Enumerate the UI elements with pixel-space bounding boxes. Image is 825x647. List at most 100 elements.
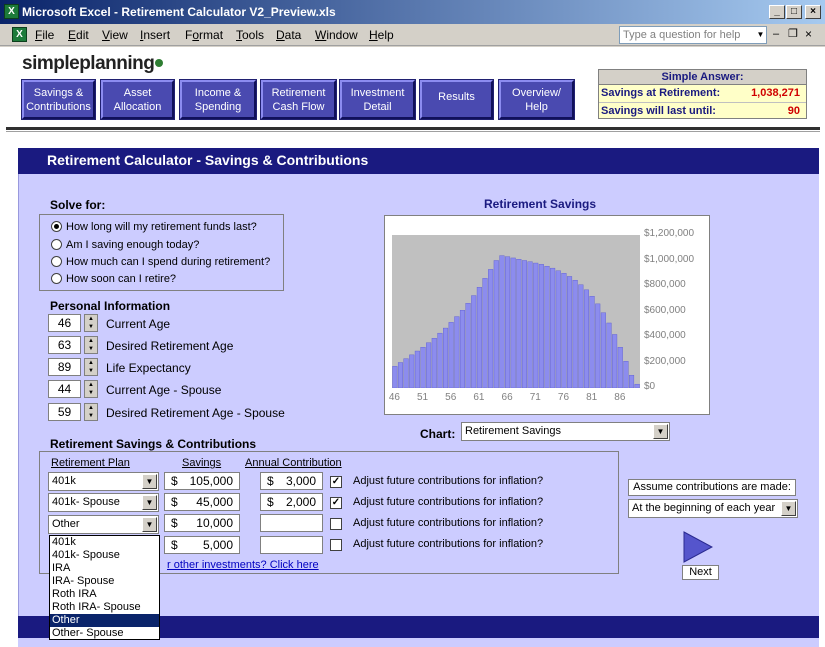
- savings-input-3[interactable]: $10,000: [164, 514, 240, 532]
- workbook-icon[interactable]: X: [12, 27, 27, 42]
- doc-restore-icon[interactable]: ❐: [788, 27, 798, 40]
- menu-view[interactable]: View: [102, 28, 128, 42]
- chart-bar: [634, 383, 640, 389]
- chevron-down-icon[interactable]: ▼: [653, 424, 668, 439]
- personal-info-title: Personal Information: [50, 299, 171, 313]
- menu-data[interactable]: Data: [276, 28, 301, 42]
- chart-bar: [426, 342, 432, 389]
- close-button[interactable]: ×: [805, 5, 821, 19]
- plan-option[interactable]: 401k- Spouse: [50, 549, 159, 562]
- chevron-down-icon[interactable]: ▼: [142, 495, 157, 510]
- ask-dropdown-icon[interactable]: ▼: [755, 27, 766, 43]
- chart-select-label: Chart:: [420, 427, 456, 441]
- y-tick-label: $800,000: [644, 279, 686, 290]
- savings-input-4[interactable]: $5,000: [164, 536, 240, 554]
- chevron-down-icon[interactable]: ▼: [142, 474, 157, 489]
- x-tick-label: 61: [473, 392, 485, 403]
- radio-icon[interactable]: [51, 273, 62, 284]
- chart-bar: [476, 287, 482, 389]
- plan-dropdown-list[interactable]: 401k 401k- Spouse IRA IRA- Spouse Roth I…: [49, 535, 160, 640]
- plan-option[interactable]: Roth IRA: [50, 588, 159, 601]
- plan-option-selected[interactable]: Other: [50, 614, 159, 627]
- chart-bar: [488, 269, 494, 389]
- spouse-retirement-age-spinner[interactable]: ▲ ▼: [84, 403, 98, 421]
- inflation-label-2: Adjust future contributions for inflatio…: [353, 496, 544, 508]
- other-investments-link[interactable]: r other investments? Click here: [167, 559, 319, 571]
- minimize-button[interactable]: _: [769, 5, 785, 19]
- retirement-age-label: Desired Retirement Age: [106, 339, 234, 353]
- nav-asset-allocation[interactable]: Asset Allocation: [101, 80, 174, 119]
- spouse-age-spinner[interactable]: ▲ ▼: [84, 380, 98, 398]
- chart-bar: [567, 276, 573, 389]
- nav-retirement-cash-flow[interactable]: Retirement Cash Flow: [261, 80, 336, 119]
- menu-file[interactable]: File: [35, 28, 54, 42]
- nav-savings-contributions[interactable]: Savings & Contributions: [22, 80, 95, 119]
- menu-format[interactable]: Format: [185, 28, 223, 42]
- menu-window[interactable]: Window: [315, 28, 358, 42]
- spouse-age-input[interactable]: 44: [48, 380, 81, 398]
- next-arrow-icon[interactable]: [683, 531, 713, 563]
- nav-results[interactable]: Results: [420, 80, 493, 119]
- menu-tools[interactable]: Tools: [236, 28, 264, 42]
- plan-option[interactable]: IRA: [50, 562, 159, 575]
- inflation-checkbox-1[interactable]: ✓: [330, 476, 342, 488]
- ask-question-input[interactable]: Type a question for help: [619, 26, 767, 44]
- plan-select-2[interactable]: 401k- Spouse ▼: [48, 493, 159, 512]
- life-expectancy-input[interactable]: 89: [48, 358, 81, 376]
- plan-option[interactable]: 401k: [50, 536, 159, 549]
- chart-select-dropdown[interactable]: Retirement Savings ▼: [461, 422, 670, 441]
- contrib-input-1[interactable]: $3,000: [260, 472, 323, 490]
- maximize-button[interactable]: □: [786, 5, 802, 19]
- radio-icon[interactable]: [51, 239, 62, 250]
- contrib-input-4[interactable]: [260, 536, 323, 554]
- retirement-age-spinner[interactable]: ▲ ▼: [84, 336, 98, 354]
- savings-input-2[interactable]: $45,000: [164, 493, 240, 511]
- savings-contrib-title: Retirement Savings & Contributions: [50, 437, 257, 451]
- savings-input-1[interactable]: $105,000: [164, 472, 240, 490]
- retirement-age-input[interactable]: 63: [48, 336, 81, 354]
- simple-answer-title: Simple Answer:: [599, 70, 806, 85]
- inflation-checkbox-2[interactable]: ✓: [330, 497, 342, 509]
- spouse-retirement-age-input[interactable]: 59: [48, 403, 81, 421]
- radio-how-much-spend[interactable]: How much can I spend during retirement?: [51, 256, 270, 268]
- radio-selected-icon[interactable]: [51, 221, 62, 232]
- life-expectancy-spinner[interactable]: ▲ ▼: [84, 358, 98, 376]
- assume-contributions-dropdown[interactable]: At the beginning of each year ▼: [628, 499, 798, 518]
- radio-icon[interactable]: [51, 256, 62, 267]
- nav-overview-help[interactable]: Overview/Help: [499, 80, 574, 119]
- chevron-down-icon[interactable]: ▼: [781, 501, 796, 516]
- logo-dot-icon: [155, 59, 164, 67]
- plan-option[interactable]: Other- Spouse: [50, 627, 159, 640]
- y-tick-label: $0: [644, 381, 656, 392]
- nav-income-spending[interactable]: Income & Spending: [180, 80, 256, 119]
- menu-edit[interactable]: Edit: [68, 28, 89, 42]
- radio-how-long[interactable]: How long will my retirement funds last?: [51, 221, 257, 233]
- menu-help[interactable]: Help: [369, 28, 394, 42]
- plan-option[interactable]: IRA- Spouse: [50, 575, 159, 588]
- contrib-input-3[interactable]: [260, 514, 323, 532]
- chart-bar: [516, 259, 522, 389]
- doc-minimize-icon[interactable]: –: [773, 28, 779, 40]
- current-age-spinner[interactable]: ▲ ▼: [84, 314, 98, 332]
- doc-close-icon[interactable]: ×: [805, 27, 812, 41]
- x-tick-label: 56: [445, 392, 457, 403]
- plan-select-3[interactable]: Other ▼: [48, 515, 159, 534]
- chevron-down-icon[interactable]: ▼: [142, 517, 157, 532]
- chart-bar: [623, 361, 629, 389]
- life-expectancy-label: Life Expectancy: [106, 361, 191, 375]
- chart-bar: [437, 332, 443, 389]
- radio-saving-enough[interactable]: Am I saving enough today?: [51, 239, 199, 251]
- current-age-input[interactable]: 46: [48, 314, 81, 332]
- contrib-input-2[interactable]: $2,000: [260, 493, 323, 511]
- chart-bar: [471, 295, 477, 389]
- plan-option[interactable]: Roth IRA- Spouse: [50, 601, 159, 614]
- nav-investment-detail[interactable]: Investment Detail: [340, 80, 415, 119]
- chart-bar: [595, 303, 601, 389]
- x-tick-label: 66: [501, 392, 513, 403]
- inflation-checkbox-3[interactable]: [330, 518, 342, 530]
- plan-select-1[interactable]: 401k ▼: [48, 472, 159, 491]
- menu-insert[interactable]: Insert: [140, 28, 170, 42]
- inflation-checkbox-4[interactable]: [330, 539, 342, 551]
- next-button[interactable]: Next: [682, 565, 719, 580]
- radio-how-soon-retire[interactable]: How soon can I retire?: [51, 273, 176, 285]
